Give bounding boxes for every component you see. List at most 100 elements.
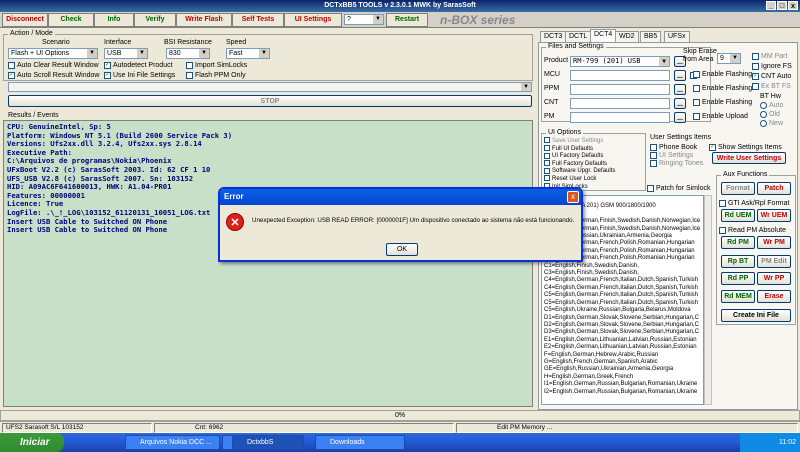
pack-item[interactable]: C4=English,German,French,Italian,Dutch,S…: [544, 285, 703, 292]
pack-item[interactable]: E1=English,German,Lithuanian,Latvian,Rus…: [544, 337, 703, 344]
start-button[interactable]: Iniciar: [0, 433, 64, 452]
tab-dctl[interactable]: DCTL: [565, 31, 592, 42]
info-button[interactable]: Info: [94, 13, 134, 27]
ignore-fs-checkbox[interactable]: Ignore FS: [752, 62, 792, 71]
pm-file-input[interactable]: [570, 112, 670, 123]
pack-item[interactable]: I1=English,German,Russian,Bulgarian,Roma…: [544, 381, 703, 388]
pack-item[interactable]: G=English,French,German,Spanish,Arabic: [544, 359, 703, 366]
pack-item[interactable]: C1=English,Finish,Swedish,Danish,: [544, 263, 703, 270]
tab-dct4[interactable]: DCT4: [590, 29, 617, 42]
enable-flashing-2-checkbox[interactable]: Enable Flashing: [693, 84, 752, 93]
cnt-auto-checkbox[interactable]: ✓ CNT Auto: [752, 72, 791, 81]
pack-item[interactable]: D3=English,German,Slovak,Slovene,Serbian…: [544, 329, 703, 336]
pack-item[interactable]: C3=English,Finish,Swedish,Danish,: [544, 270, 703, 277]
tab-bb5[interactable]: BB5: [640, 31, 662, 42]
stop-button[interactable]: STOP: [8, 95, 532, 107]
mm-part-checkbox[interactable]: MM Part: [752, 52, 787, 61]
task-arquivos[interactable]: Arquivos Nokia DCC ...: [125, 435, 220, 450]
bt-old-radio[interactable]: Old: [760, 110, 780, 119]
show-settings-checkbox[interactable]: ✓ Show Settings Items: [709, 143, 782, 152]
checkbox-box: [8, 61, 15, 69]
ok-button[interactable]: OK: [386, 243, 418, 256]
bt-auto-radio[interactable]: Auto: [760, 101, 783, 110]
log-select[interactable]: ▼: [8, 82, 532, 92]
tab-ufsx[interactable]: UFSx: [664, 31, 690, 42]
disconnect-button[interactable]: Disconnect: [2, 13, 48, 27]
autodetect-checkbox[interactable]: ✓ Autodetect Product: [104, 61, 173, 70]
ppm-file-input[interactable]: [570, 84, 670, 95]
scenario-select[interactable]: Flash + UI Options ▼: [8, 48, 98, 59]
results-log[interactable]: CPU: GenuineIntel, Sp: 5 Platform: Window…: [3, 120, 533, 407]
pack-item[interactable]: C5=English,German,French,Italian,Dutch,S…: [544, 292, 703, 299]
ringing-tones-checkbox[interactable]: Ringing Tones: [650, 159, 703, 168]
cnt-file-input[interactable]: [570, 98, 670, 109]
minimize-icon[interactable]: _: [766, 1, 776, 10]
check-button[interactable]: Check: [48, 13, 94, 27]
tab-wd2[interactable]: WD2: [615, 31, 639, 42]
wr-uem-button[interactable]: Wr UEM: [757, 209, 791, 222]
enable-flashing-1-checkbox[interactable]: Enable Flashing: [693, 70, 752, 79]
patch-simlock-checkbox[interactable]: Patch for Simlock: [647, 184, 710, 193]
interface-select[interactable]: USB ▼: [104, 48, 148, 59]
pack-item[interactable]: D1=English,German,Slovak,Slovene,Serbian…: [544, 315, 703, 322]
product-select[interactable]: RM-799 (201) USB ▼: [570, 56, 670, 67]
task-dctxbb5[interactable]: DctxbbS: [232, 435, 304, 450]
restart-button[interactable]: Restart: [386, 13, 428, 27]
skip-erase-select[interactable]: 9 ▼: [717, 53, 741, 64]
browse-ppm-button[interactable]: ...: [674, 84, 686, 95]
import-simlocks-checkbox[interactable]: Import SimLocks: [186, 61, 247, 70]
verify-button[interactable]: Verify: [134, 13, 176, 27]
gti-checkbox[interactable]: GTI Ask/Rpl Format: [719, 199, 789, 208]
pm-edit-button[interactable]: PM Edit: [757, 255, 791, 268]
pack-item[interactable]: F=English,German,Hebrew,Arabic,Russian: [544, 352, 703, 359]
browse-cnt-button[interactable]: ...: [674, 98, 686, 109]
help-select[interactable]: ? ▼: [344, 14, 384, 25]
erase-button[interactable]: Erase: [757, 290, 791, 303]
read-pm-absolute-checkbox[interactable]: Read PM Absolute: [719, 226, 786, 235]
auto-clear-checkbox[interactable]: Auto Clear Result Window: [8, 61, 99, 70]
rd-pm-button[interactable]: Rd PM: [721, 236, 755, 249]
browse-pm-button[interactable]: ...: [674, 112, 686, 123]
error-icon: ✕: [226, 213, 244, 231]
pack-item[interactable]: C5=English,German,French,Italian,Dutch,S…: [544, 300, 703, 307]
browse-mcu-button[interactable]: ...: [674, 70, 686, 81]
enable-upload-checkbox[interactable]: Enable Upload: [693, 112, 748, 121]
pack-item[interactable]: E2=English,German,Lithuanian,Latvian,Rus…: [544, 344, 703, 351]
checkbox-box: [752, 52, 759, 60]
auto-scroll-checkbox[interactable]: ✓ Auto Scroll Result Window: [8, 71, 99, 80]
bt-new-radio[interactable]: New: [760, 119, 783, 128]
pack-item[interactable]: C5=English,Ukraine,Russian,Bulgaria,Bela…: [544, 307, 703, 314]
maximize-icon[interactable]: □: [777, 1, 787, 10]
write-user-settings-button[interactable]: Write User Settings: [712, 152, 786, 164]
bsi-select[interactable]: 830 ▼: [166, 48, 210, 59]
enable-flashing-3-checkbox[interactable]: Enable Flashing: [693, 98, 752, 107]
patch-button[interactable]: Patch: [757, 182, 791, 195]
ui-settings-button[interactable]: UI Settings: [284, 13, 342, 27]
mcu-file-input[interactable]: [570, 70, 670, 81]
rd-pp-button[interactable]: Rd PP: [721, 272, 755, 285]
pack-item[interactable]: C4=English,German,French,Italian,Dutch,S…: [544, 277, 703, 284]
wr-pp-button[interactable]: Wr PP: [757, 272, 791, 285]
write-flash-button[interactable]: Write Flash: [176, 13, 232, 27]
speed-select[interactable]: Fast ▼: [226, 48, 270, 59]
dialog-close-icon[interactable]: x: [567, 191, 579, 203]
format-button[interactable]: Format: [721, 182, 755, 195]
tab-dct3[interactable]: DCT3: [540, 31, 567, 42]
packs-scrollbar[interactable]: [704, 195, 712, 405]
use-ini-checkbox[interactable]: ✓ Use Ini File Settings: [104, 71, 175, 80]
error-message: Unexpected Exception: USB READ ERROR: [0…: [252, 217, 575, 224]
flash-ppm-checkbox[interactable]: Flash PPM Only: [186, 71, 246, 80]
rd-uem-button[interactable]: Rd UEM: [721, 209, 755, 222]
wr-pm-button[interactable]: Wr PM: [757, 236, 791, 249]
pack-item[interactable]: H=English,German,Greek,French: [544, 374, 703, 381]
rd-mem-button[interactable]: Rd MEM: [721, 290, 755, 303]
close-icon[interactable]: x: [788, 1, 798, 10]
ex-bt-fs-checkbox[interactable]: Ex BT FS: [752, 82, 791, 91]
task-downloads[interactable]: Downloads: [315, 435, 405, 450]
create-ini-button[interactable]: Create Ini File: [721, 309, 791, 322]
pack-item[interactable]: GE=English,Russian,Ukrainian,Armenia,Geo…: [544, 366, 703, 373]
self-tests-button[interactable]: Self Tests: [232, 13, 284, 27]
pack-item[interactable]: D2=English,German,Slovak,Slovene,Serbian…: [544, 322, 703, 329]
rp-bt-button[interactable]: Rp BT: [721, 255, 755, 268]
pack-item[interactable]: I2=English,German,Russian,Bulgarian,Roma…: [544, 389, 703, 396]
